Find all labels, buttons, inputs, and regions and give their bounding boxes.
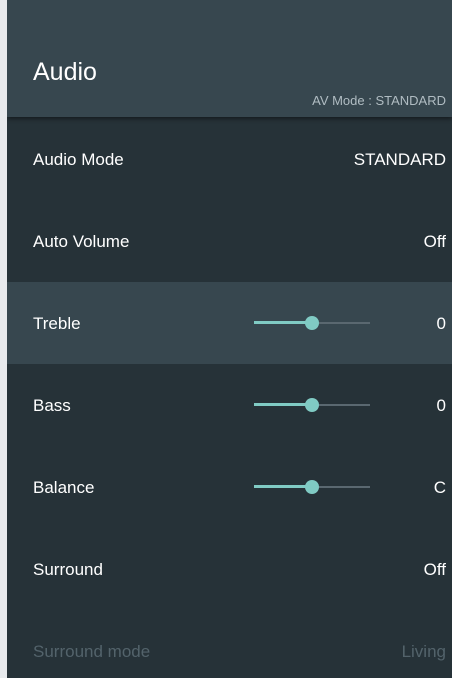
slider-fill xyxy=(254,321,312,324)
panel-header: Audio AV Mode : STANDARD xyxy=(7,0,452,117)
setting-treble[interactable]: Treble 0 xyxy=(7,282,452,364)
audio-settings-panel: Audio AV Mode : STANDARD Audio Mode STAN… xyxy=(7,0,452,678)
slider-thumb[interactable] xyxy=(305,316,319,330)
slider-thumb[interactable] xyxy=(305,480,319,494)
setting-audio-mode[interactable]: Audio Mode STANDARD xyxy=(7,118,452,200)
settings-list: Audio Mode STANDARD Auto Volume Off Treb… xyxy=(7,118,452,678)
setting-label: Bass xyxy=(33,396,71,415)
av-mode-status: AV Mode : STANDARD xyxy=(312,93,446,108)
setting-value: Living xyxy=(401,642,446,661)
setting-label: Treble xyxy=(33,314,81,333)
setting-value: 0 xyxy=(436,396,446,415)
setting-label: Surround mode xyxy=(33,642,151,661)
setting-auto-volume[interactable]: Auto Volume Off xyxy=(7,200,452,282)
bass-slider[interactable] xyxy=(254,395,370,415)
page-title: Audio xyxy=(33,58,97,86)
setting-surround-mode: Surround mode Living xyxy=(7,610,452,678)
setting-label: Auto Volume xyxy=(33,232,130,251)
balance-slider[interactable] xyxy=(254,477,370,497)
slider-fill xyxy=(254,485,312,488)
setting-value: Off xyxy=(423,232,446,251)
treble-slider[interactable] xyxy=(254,313,370,333)
slider-fill xyxy=(254,403,312,406)
setting-bass[interactable]: Bass 0 xyxy=(7,364,452,446)
setting-value: Off xyxy=(423,560,446,579)
setting-label: Balance xyxy=(33,478,95,497)
setting-value: 0 xyxy=(436,314,446,333)
setting-value: C xyxy=(433,478,446,497)
slider-thumb[interactable] xyxy=(305,398,319,412)
setting-label: Audio Mode xyxy=(33,150,124,169)
setting-label: Surround xyxy=(33,560,103,579)
setting-surround[interactable]: Surround Off xyxy=(7,528,452,610)
setting-value: STANDARD xyxy=(353,150,446,169)
setting-balance[interactable]: Balance C xyxy=(7,446,452,528)
